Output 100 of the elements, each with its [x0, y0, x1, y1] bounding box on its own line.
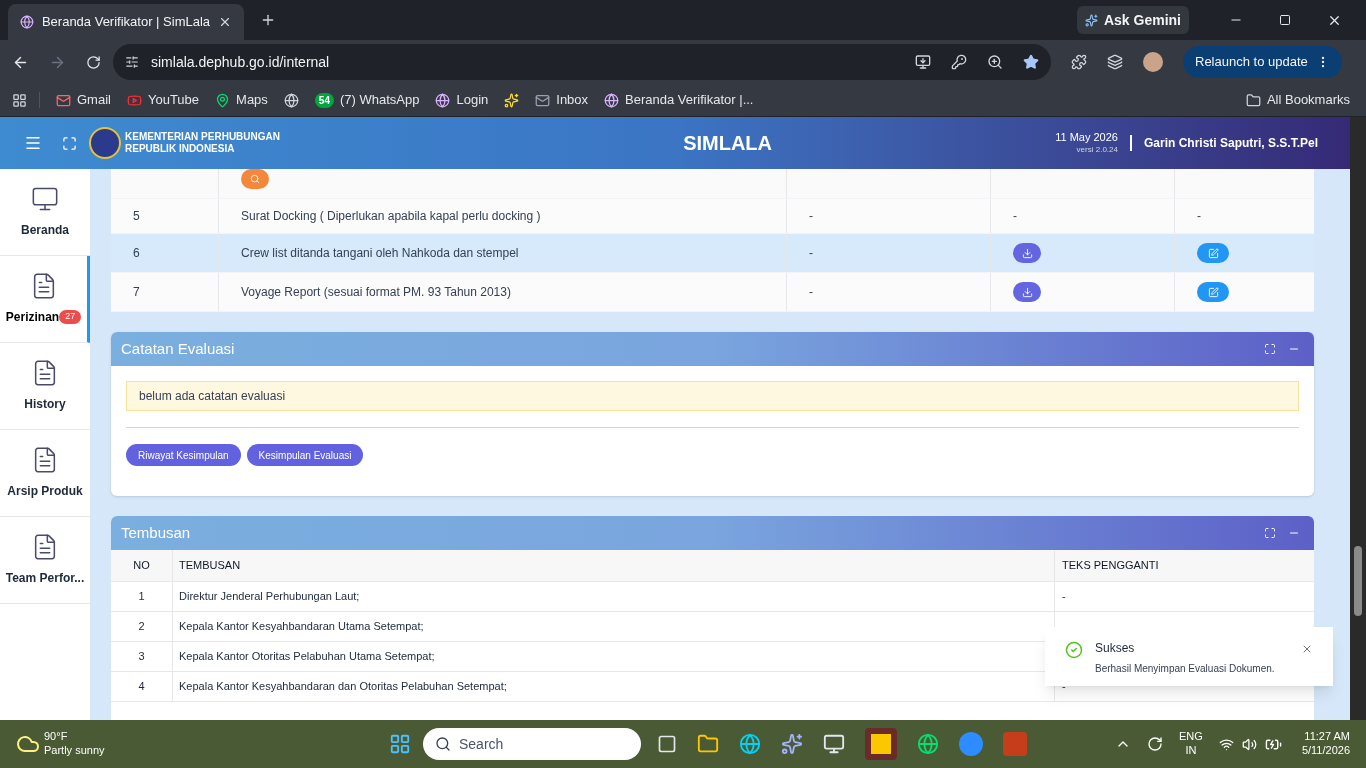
- table-cell: Crew list ditanda tangani oleh Nahkoda dan stempel: [241, 245, 519, 261]
- table-cell-text: Kepala Kantor Kesyahbandaran dan Otoritas Pelabuhan Setempat;: [179, 679, 507, 695]
- search-field[interactable]: Search: [423, 728, 641, 760]
- clock-date[interactable]: 5/11/2026: [1301, 744, 1350, 758]
- search-icon: [250, 174, 260, 184]
- table-cell: -: [809, 208, 813, 224]
- zoom-icon[interactable]: [987, 54, 1003, 70]
- sidebar-item[interactable]: Perizinan 27: [0, 256, 90, 343]
- sidebar-item[interactable]: Arsip Produk: [0, 430, 90, 517]
- table-cell-text: 4: [138, 679, 145, 695]
- emblem-icon: [435, 92, 451, 108]
- table-cell-text: 3: [138, 649, 145, 665]
- fullscreen-icon[interactable]: [62, 135, 77, 151]
- fullscreen-icon[interactable]: [1264, 343, 1276, 355]
- download-icon: [1021, 247, 1033, 259]
- table-cell-text: Kepala Kantor Otoritas Pelabuhan Utama Setempat;: [179, 649, 435, 665]
- table-cell: -: [809, 284, 813, 300]
- browser-icon[interactable]: [739, 733, 761, 755]
- pinwheel-icon: [504, 92, 520, 108]
- edit-icon: [1207, 286, 1219, 298]
- table-cell-text: Direktur Jenderal Perhubungan Laut;: [179, 589, 360, 605]
- folder-icon[interactable]: [697, 733, 719, 755]
- table-cell: -: [1013, 208, 1017, 224]
- sidebar-item[interactable]: History: [0, 343, 90, 430]
- download-button[interactable]: [1013, 282, 1041, 302]
- sidebar-label: Perizinan: [5, 309, 60, 326]
- play-icon: [126, 92, 142, 108]
- bookmark-link[interactable]: (7) WhatsApp: [339, 90, 420, 110]
- monitor-icon: [31, 185, 59, 213]
- sidebar-label: Beranda: [21, 222, 69, 239]
- table-cell: 5: [133, 208, 140, 224]
- close-icon[interactable]: [218, 15, 232, 29]
- panel-title: Catatan Evaluasi: [121, 338, 235, 359]
- sparkle-icon: [1084, 13, 1098, 27]
- extensions-icon[interactable]: [1071, 54, 1087, 70]
- volume-icon[interactable]: [1241, 736, 1257, 752]
- all-bookmarks-link[interactable]: All Bookmarks: [1266, 90, 1350, 110]
- toast-message: Berhasil Menyimpan Evaluasi Dokumen.: [1095, 662, 1276, 676]
- app-title: SIMLALA: [683, 131, 773, 156]
- mail-icon: [56, 92, 71, 108]
- sidebar-label: Arsip Produk: [7, 483, 83, 500]
- language-code[interactable]: ENG: [1179, 730, 1203, 744]
- bookmark-link[interactable]: Login: [456, 90, 489, 110]
- check-circle-icon: [1065, 641, 1083, 659]
- folder-icon: [1245, 92, 1261, 108]
- version-label: versi 2.0.24: [1076, 144, 1118, 155]
- panel-title: Tembusan: [121, 522, 191, 543]
- maximize-icon[interactable]: [1279, 14, 1291, 26]
- sidebar-label: History: [24, 396, 66, 413]
- browser-tab[interactable]: Beranda Verifikator | SimLala: [8, 4, 244, 40]
- edit-button[interactable]: [1197, 282, 1229, 302]
- site-settings-icon[interactable]: [125, 55, 139, 69]
- bookmark-link[interactable]: Gmail: [77, 90, 111, 110]
- address-field[interactable]: simlala.dephub.go.id/internal: [113, 44, 1051, 80]
- action-button[interactable]: Kesimpulan Evaluasi: [246, 444, 364, 466]
- download-button[interactable]: [1013, 243, 1041, 263]
- bookmark-link[interactable]: Inbox: [556, 90, 589, 110]
- table-cell: 7: [133, 284, 140, 300]
- toast-title: Sukses: [1095, 640, 1136, 657]
- bookmark-link[interactable]: Maps: [236, 90, 268, 110]
- profile-avatar[interactable]: [1143, 52, 1163, 72]
- edit-button[interactable]: [1197, 243, 1229, 263]
- wifi-icon[interactable]: [1218, 736, 1234, 752]
- bookmark-link[interactable]: YouTube: [147, 90, 200, 110]
- new-tab-icon[interactable]: [260, 12, 276, 28]
- header-date: 11 May 2026: [1055, 131, 1118, 145]
- table-cell-text: -: [1062, 679, 1066, 695]
- sync-icon[interactable]: [1147, 736, 1164, 752]
- sidebar-label: Team Perfor...: [5, 570, 85, 587]
- star-icon[interactable]: [1023, 54, 1039, 70]
- fullscreen-icon[interactable]: [1264, 527, 1276, 539]
- emblem-icon: [604, 92, 620, 108]
- globe-icon: [283, 92, 299, 108]
- clock-time[interactable]: 11:27 AM: [1304, 730, 1350, 744]
- temperature: 90°F: [44, 730, 69, 744]
- org-country: REPUBLIK INDONESIA: [125, 143, 236, 156]
- ask-gemini-button[interactable]: Ask Gemini: [1076, 6, 1189, 34]
- start-icon[interactable]: [389, 733, 411, 755]
- sidebar-item[interactable]: Beranda: [0, 169, 90, 256]
- menu-icon[interactable]: [24, 134, 42, 152]
- reload-icon[interactable]: [86, 54, 101, 70]
- sidebar-item[interactable]: Team Perfor...: [0, 517, 90, 604]
- table-cell: 6: [133, 245, 140, 261]
- emblem-icon: [20, 15, 34, 29]
- envelope-icon: [535, 92, 551, 108]
- column-header: TEKS PENGGANTI: [1062, 558, 1159, 574]
- table-cell: Surat Docking ( Diperlukan apabila kapal perlu docking ): [241, 208, 541, 224]
- relaunch-button[interactable]: Relaunch to update: [1183, 46, 1342, 78]
- table-cell: Voyage Report (sesuai format PM. 93 Tahun 2013): [241, 284, 511, 300]
- notes-app-icon[interactable]: [865, 728, 897, 760]
- language-region[interactable]: IN: [1185, 744, 1197, 758]
- bookmark-link[interactable]: Beranda Verifikator |...: [625, 90, 754, 110]
- install-icon[interactable]: [915, 54, 931, 70]
- action-button[interactable]: Riwayat Kesimpulan: [126, 444, 241, 466]
- search-icon: [435, 736, 451, 752]
- key-icon[interactable]: [951, 54, 967, 70]
- task-view-icon[interactable]: [657, 734, 677, 754]
- table-cell: -: [1197, 208, 1201, 224]
- apps-icon[interactable]: [12, 92, 27, 108]
- table-cell-text: -: [1062, 589, 1066, 605]
